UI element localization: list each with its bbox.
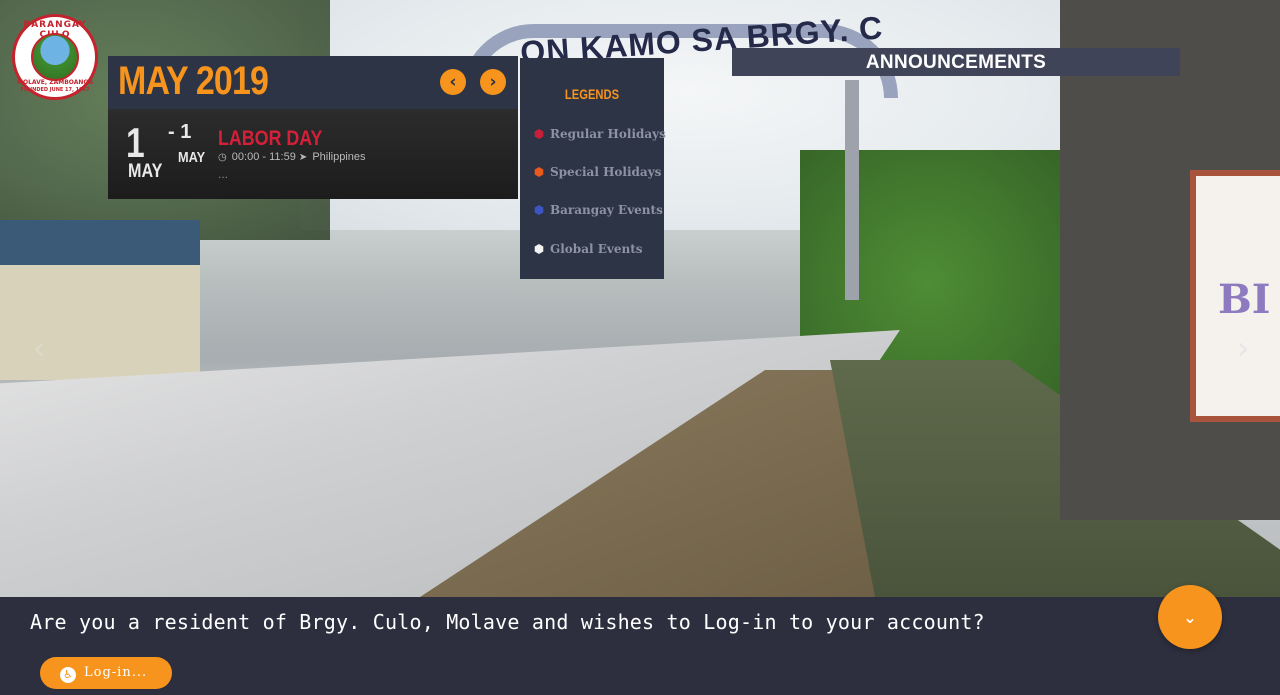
login-prompt-text: Are you a resident of Brgy. Culo, Molave… (30, 610, 985, 634)
event-title[interactable]: LABOR DAY (218, 127, 322, 151)
legend-barangay-events: Barangay Events (534, 203, 663, 217)
login-button[interactable]: ♿ Log-in... (40, 657, 172, 689)
slider-next-button[interactable]: › (1228, 330, 1258, 366)
event-end-month: MAY (178, 149, 206, 166)
event-start-day: 1 (126, 119, 145, 166)
hexagon-icon (534, 167, 544, 177)
chevron-left-icon: ‹ (32, 329, 46, 367)
login-prompt-bar: Are you a resident of Brgy. Culo, Molave… (0, 597, 1280, 695)
calendar-event-item[interactable]: 1 MAY - 1 MAY LABOR DAY ◷ 00:00 - 11:59 … (108, 109, 518, 199)
hexagon-icon (534, 244, 544, 254)
calendar-month-title: MAY 2019 (118, 59, 269, 103)
event-meta: ◷ 00:00 - 11:59 ➤ Philippines (218, 151, 366, 163)
announcements-title: ANNOUNCEMENTS (865, 52, 1047, 73)
calendar-next-button[interactable]: › (480, 69, 506, 95)
login-button-label: Log-in... (84, 664, 148, 680)
announcements-header: ANNOUNCEMENTS (732, 48, 1180, 76)
event-start-month: MAY (128, 161, 163, 182)
event-end-day: - 1 (168, 121, 192, 143)
logo-emblem (31, 33, 79, 81)
hexagon-icon (534, 205, 544, 215)
chevron-down-icon: ⌄ (1183, 608, 1197, 627)
hero-sign: BI (1190, 170, 1280, 422)
hero-pole (845, 80, 859, 300)
legends-panel: LEGENDS Regular Holidays Special Holiday… (520, 58, 666, 279)
scroll-down-button[interactable]: ⌄ (1158, 585, 1222, 649)
legend-special-holidays: Special Holidays (534, 165, 661, 179)
calendar-prev-button[interactable]: ‹ (440, 69, 466, 95)
hero-sign-text: BI (1218, 276, 1271, 323)
event-location: Philippines (312, 151, 366, 163)
barangay-logo[interactable]: BARANGAY CULO MOLAVE, ZAMBOANGA FOUNDED … (12, 14, 98, 100)
legend-global-events: Global Events (534, 242, 643, 256)
chevron-left-icon: ‹ (449, 72, 457, 92)
event-time: 00:00 - 11:59 (231, 151, 296, 163)
chevron-right-icon: › (489, 72, 497, 92)
event-calendar: MAY 2019 ‹ › 1 MAY - 1 MAY LABOR DAY ◷ 0… (108, 56, 518, 199)
clock-icon: ◷ (218, 152, 227, 163)
logo-mid-text: MOLAVE, ZAMBOANGA (17, 79, 93, 86)
accessibility-icon: ♿ (60, 666, 76, 683)
chevron-right-icon: › (1236, 329, 1250, 367)
legend-regular-holidays: Regular Holidays (534, 127, 666, 141)
event-description: ... (218, 167, 229, 181)
hexagon-icon (534, 129, 544, 139)
slider-prev-button[interactable]: ‹ (24, 330, 54, 366)
logo-bottom-text: FOUNDED JUNE 17, 1967 (20, 87, 90, 93)
legends-title: LEGENDS (564, 86, 620, 102)
location-arrow-icon: ➤ (298, 152, 308, 163)
hero-building-right: BI (1060, 0, 1280, 520)
calendar-header: MAY 2019 ‹ › (108, 56, 518, 109)
